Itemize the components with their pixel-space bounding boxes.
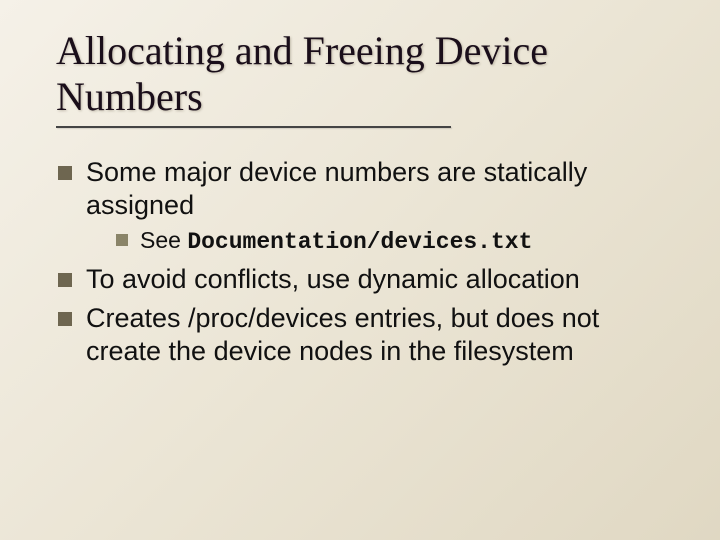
bullet-item: Some major device numbers are statically… [56,156,680,257]
slide-title: Allocating and Freeing Device Numbers [56,28,680,120]
bullet-text: To avoid conflicts, use dynamic allocati… [86,264,580,294]
bullet-item: To avoid conflicts, use dynamic allocati… [56,263,680,296]
slide: Allocating and Freeing Device Numbers So… [0,0,720,540]
bullet-text: Creates /proc/devices entries, but does … [86,303,599,366]
bullet-text: Some major device numbers are statically… [86,157,587,220]
title-underline [56,126,451,128]
bullet-item: Creates /proc/devices entries, but does … [56,302,680,368]
sub-bullet-text-prefix: See [140,227,187,253]
sub-bullet-item: See Documentation/devices.txt [116,226,680,257]
bullet-list: Some major device numbers are statically… [56,156,680,367]
sub-bullet-list: See Documentation/devices.txt [86,226,680,257]
code-path: Documentation/devices.txt [187,229,532,255]
